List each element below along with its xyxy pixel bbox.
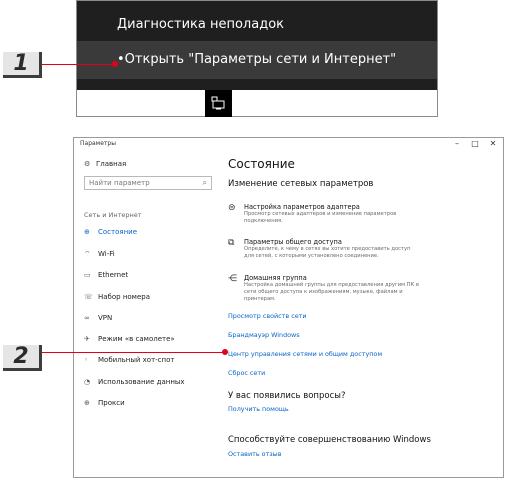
sidebar-item-proxy[interactable]: ⊕ Прокси [84, 399, 125, 407]
link-give-feedback[interactable]: Оставить отзыв [228, 450, 281, 458]
callout-1: 1 [3, 52, 42, 78]
sidebar-item-label: Использование данных [98, 378, 185, 386]
wifi-icon: ⌔ [84, 250, 91, 258]
page-title: Состояние [228, 157, 295, 171]
sidebar-item-label: Мобильный хот-спот [98, 356, 175, 364]
dialup-icon: ☏ [84, 293, 93, 301]
callout-1-leader [42, 64, 114, 65]
data-usage-icon: ◔ [84, 378, 91, 386]
option-title: Настройка параметров адаптера [244, 203, 360, 211]
sidebar-item-label: Прокси [98, 399, 125, 407]
sidebar-item-dialup[interactable]: ☏ Набор номера [84, 293, 150, 301]
sidebar-item-label: Состояние [98, 228, 138, 236]
callout-2-dot [222, 349, 228, 355]
sidebar-home-label: Главная [96, 160, 127, 168]
sidebar: ⚙ Главная Найти параметр ⌕ Сеть и Интерне… [74, 138, 214, 477]
sidebar-item-ethernet[interactable]: ▭ Ethernet [84, 271, 128, 279]
search-input[interactable]: Найти параметр ⌕ [84, 176, 212, 190]
option-title: Домашняя группа [244, 274, 307, 282]
vpn-icon: ∞ [84, 314, 90, 322]
sidebar-item-hotspot[interactable]: ◦ Мобильный хот-спот [84, 356, 174, 364]
change-settings-heading: Изменение сетевых параметров [228, 179, 374, 189]
settings-window: Параметры – □ ✕ ⚙ Главная Найти параметр … [73, 137, 504, 478]
link-get-help[interactable]: Получить помощь [228, 405, 289, 413]
callout-2: 2 [3, 345, 42, 371]
proxy-icon: ⊕ [84, 399, 90, 407]
network-context-menu: Диагностика неполадок •Открыть "Параметр… [76, 0, 438, 117]
sidebar-item-label: Ethernet [98, 271, 129, 279]
sidebar-home[interactable]: ⚙ Главная [84, 160, 126, 168]
option-desc: Определите, к чему в сетях вы хотите пре… [244, 246, 411, 259]
context-menu-panel: Диагностика неполадок •Открыть "Параметр… [77, 1, 437, 90]
taskbar-network-icon[interactable] [205, 90, 232, 117]
adapter-icon: ⊜ [228, 203, 236, 213]
sharing-icon: ⧉ [228, 238, 235, 248]
search-placeholder: Найти параметр [89, 179, 150, 187]
sidebar-item-wifi[interactable]: ⌔ Wi-Fi [84, 250, 115, 259]
questions-heading: У вас появились вопросы? [228, 391, 346, 401]
sidebar-item-vpn[interactable]: ∞ VPN [84, 314, 112, 322]
airplane-icon: ✈ [84, 335, 90, 343]
menu-item-troubleshoot[interactable]: Диагностика неполадок [77, 14, 437, 36]
link-network-reset[interactable]: Сброс сети [228, 369, 265, 377]
option-desc: Просмотр сетевых адаптеров и изменение п… [244, 211, 397, 224]
network-monitor-icon [211, 96, 225, 110]
link-network-sharing-center[interactable]: Центр управления сетями и общим доступом [228, 350, 382, 358]
search-icon: ⌕ [202, 178, 207, 187]
homegroup-icon: ⋲ [228, 274, 237, 284]
option-desc: Настройка домашней группы для предоставл… [244, 282, 419, 302]
link-windows-firewall[interactable]: Брандмауэр Windows [228, 331, 300, 339]
sidebar-item-status[interactable]: ⊕ Состояние [84, 228, 137, 236]
sidebar-item-data-usage[interactable]: ◔ Использование данных [84, 378, 185, 386]
sidebar-item-label: Набор номера [98, 293, 151, 301]
gear-icon: ⚙ [84, 160, 91, 168]
sidebar-section-title: Сеть и Интернет [84, 211, 142, 219]
option-title: Параметры общего доступа [244, 238, 342, 246]
sidebar-item-label: Wi-Fi [98, 250, 115, 258]
improve-windows-heading: Способствуйте совершенствованию Windows [228, 435, 431, 445]
sidebar-item-label: Режим «в самолете» [98, 335, 175, 343]
ethernet-icon: ▭ [84, 271, 91, 279]
callout-1-dot [112, 61, 118, 67]
status-icon: ⊕ [84, 228, 90, 236]
link-view-network-properties[interactable]: Просмотр свойств сети [228, 312, 307, 320]
sidebar-item-label: VPN [98, 314, 113, 322]
callout-2-leader [42, 352, 226, 353]
main-content: Состояние Изменение сетевых параметров ⊜… [228, 138, 498, 477]
sidebar-item-airplane[interactable]: ✈ Режим «в самолете» [84, 335, 175, 343]
hotspot-icon: ◦ [84, 356, 89, 364]
menu-item-open-network-settings[interactable]: •Открыть "Параметры сети и Интернет" [77, 41, 437, 79]
